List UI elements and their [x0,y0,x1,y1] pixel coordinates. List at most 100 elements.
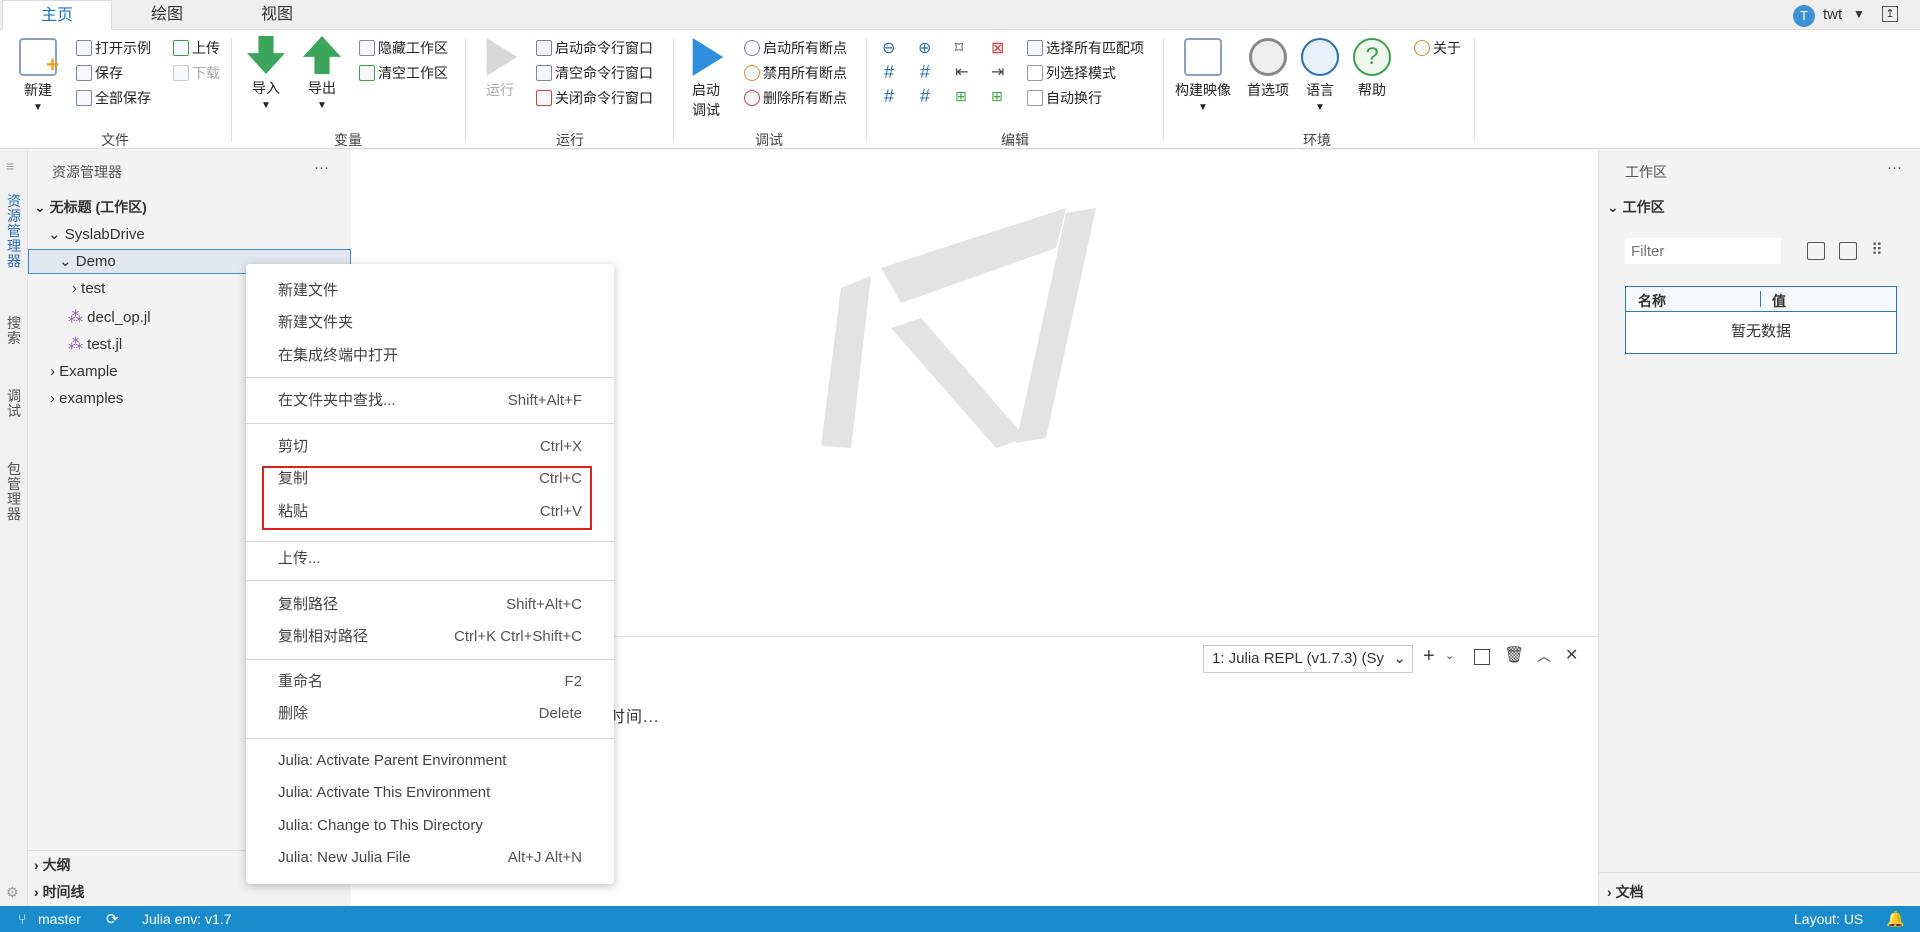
outdent-icon[interactable]: ⇤ [955,62,968,82]
gear-icon[interactable]: ⚙ [6,884,19,901]
split-terminal-icon[interactable] [1474,649,1490,665]
download-button[interactable]: 下载 [173,63,220,83]
divider [465,38,466,142]
tree-item-examples[interactable]: › examples [50,390,123,407]
help-button[interactable]: ? 帮助 [1352,38,1392,100]
trash-icon[interactable]: 🗑 [1504,645,1524,665]
column-header-value[interactable]: 值 [1772,291,1786,311]
menu-item-copy-relative-path[interactable]: 复制相对路径 Ctrl+K Ctrl+Shift+C [246,624,614,650]
menu-item-julia-activate-this[interactable]: Julia: Activate This Environment [246,780,614,806]
save-jl-icon[interactable] [1839,242,1857,260]
clear-bookmark-icon[interactable]: ⊠ [991,38,1004,58]
menu-item-cut[interactable]: 剪切 Ctrl+X [246,434,614,460]
save-csv-icon[interactable] [1807,242,1825,260]
menu-item-copy-path[interactable]: 复制路径 Shift+Alt+C [246,592,614,618]
git-branch-icon[interactable]: ⑂ [18,911,26,927]
menu-item-delete[interactable]: 删除 Delete [246,701,614,727]
tree-item-syslabdrive[interactable]: ⌄ SyslabDrive [48,225,145,243]
save-button[interactable]: 保存 [76,63,123,83]
menu-item-new-file[interactable]: 新建文件 [246,278,614,304]
open-example-button[interactable]: 打开示例 [76,38,151,58]
activity-search[interactable]: 搜索 [5,316,23,346]
menu-item-find-in-folder[interactable]: 在文件夹中查找... Shift+Alt+F [246,388,614,414]
build-image-button[interactable]: 构建映像 ▼ [1170,38,1236,113]
tab-home[interactable]: 主页 [2,0,112,31]
activity-debug[interactable]: 调试 [5,389,23,419]
tree-item-decl-op[interactable]: ⁂ decl_op.jl [68,308,151,326]
export-button[interactable]: 导出 ▼ [302,36,342,111]
chevron-down-icon[interactable]: ⌄ [1445,649,1454,662]
tree-item-test-jl[interactable]: ⁂ test.jl [68,335,122,353]
collapse-ribbon-icon[interactable]: ↥ [1882,6,1898,22]
insert-line-icon[interactable]: ⊞ [955,88,967,105]
delete-breakpoints-button[interactable]: 删除所有断点 [744,88,847,108]
new-button[interactable]: + 新建 ▼ [16,38,60,113]
indent-icon[interactable]: ⇥ [991,62,1004,82]
tab-plot[interactable]: 绘图 [112,0,222,30]
menu-icon[interactable]: ≡ [6,158,14,174]
start-cmd-button[interactable]: 启动命令行窗口 [536,38,653,58]
language-button[interactable]: 语言 ▼ [1300,38,1340,113]
select-all-matches-button[interactable]: 选择所有匹配项 [1027,38,1144,58]
column-header-name[interactable]: 名称 [1638,291,1666,311]
insert-after-icon[interactable]: ⊞ [991,88,1003,105]
about-button[interactable]: 关于 [1414,38,1461,58]
clear-cmd-button[interactable]: 清空命令行窗口 [536,63,653,83]
julia-env[interactable]: Julia env: v1.7 [142,911,232,927]
upload-button[interactable]: 上传 [173,38,220,58]
toggle-comment-icon[interactable]: # [884,86,894,107]
disable-breakpoints-button[interactable]: 禁用所有断点 [744,63,847,83]
tab-view[interactable]: 视图 [222,0,332,30]
close-cmd-button[interactable]: 关闭命令行窗口 [536,88,653,108]
word-wrap-checkbox[interactable]: 自动换行 [1027,88,1102,108]
menu-item-new-folder[interactable]: 新建文件夹 [246,310,614,336]
user-name[interactable]: twt [1823,6,1842,23]
hide-workspace-button[interactable]: 隐藏工作区 [359,38,448,58]
activity-pkg[interactable]: 包管理器 [5,462,23,522]
uncomment-icon[interactable]: # [920,62,930,83]
close-panel-icon[interactable]: ✕ [1565,645,1578,665]
enable-breakpoints-button[interactable]: 启动所有断点 [744,38,847,58]
forward-icon[interactable]: ⊕ [918,38,931,58]
tree-item-test-folder[interactable]: › test [72,280,105,297]
bookmark-icon[interactable]: ⌑ [955,38,963,58]
tree-item-example[interactable]: › Example [50,363,118,380]
import-button[interactable]: 导入 ▼ [246,36,286,111]
maximize-panel-icon[interactable]: ︿ [1537,646,1551,666]
menu-item-julia-new-file[interactable]: Julia: New Julia File Alt+J Alt+N [246,845,614,871]
start-debug-button[interactable]: 启动 调试 [684,38,728,120]
grid-icon[interactable]: ⠿ [1871,240,1883,260]
menu-item-rename[interactable]: 重命名 F2 [246,669,614,695]
menu-item-upload[interactable]: 上传... [246,546,614,572]
back-icon[interactable]: ⊖ [882,38,895,58]
outline-section[interactable]: › 大纲 [34,855,71,875]
block-comment-icon[interactable]: # [920,86,930,107]
more-actions-icon[interactable]: ··· [314,159,329,176]
comment-icon[interactable]: # [884,62,894,83]
more-actions-icon[interactable]: ··· [1887,159,1902,176]
avatar[interactable]: T [1793,5,1815,27]
add-terminal-icon[interactable]: + [1423,645,1435,668]
menu-item-open-terminal[interactable]: 在集成终端中打开 [246,343,614,369]
workspace-section[interactable]: ⌄ 工作区 [1607,197,1665,217]
clear-workspace-button[interactable]: 清空工作区 [359,63,448,83]
timeline-section[interactable]: › 时间线 [34,882,85,902]
user-chevron-icon[interactable]: ▼ [1853,7,1865,21]
git-branch[interactable]: master [38,911,81,927]
workspace-pane: 工作区 ··· ⌄ 工作区 ⠿ 名称 值 暂无数据 › 文档 [1598,150,1920,906]
workspace-root[interactable]: ⌄ 无标题 (工作区) [34,197,147,217]
run-button[interactable]: 运行 [478,38,522,100]
keyboard-layout[interactable]: Layout: US [1794,911,1863,927]
activity-explorer[interactable]: 资源管理器 [5,194,23,269]
terminal-select[interactable]: 1: Julia REPL (v1.7.3) (Sy ⌄ [1203,645,1413,673]
bell-icon[interactable]: 🔔 [1886,910,1905,928]
save-all-button[interactable]: 全部保存 [76,88,151,108]
filter-input[interactable] [1625,238,1781,264]
menu-item-julia-activate-parent[interactable]: Julia: Activate Parent Environment [246,748,614,774]
sync-icon[interactable]: ⟳ [106,910,119,928]
preferences-button[interactable]: 首选项 [1244,38,1292,100]
column-mode-checkbox[interactable]: 列选择模式 [1027,63,1116,83]
column-divider[interactable] [1760,291,1761,307]
docs-section[interactable]: › 文档 [1607,882,1644,902]
menu-item-julia-change-dir[interactable]: Julia: Change to This Directory [246,813,614,839]
